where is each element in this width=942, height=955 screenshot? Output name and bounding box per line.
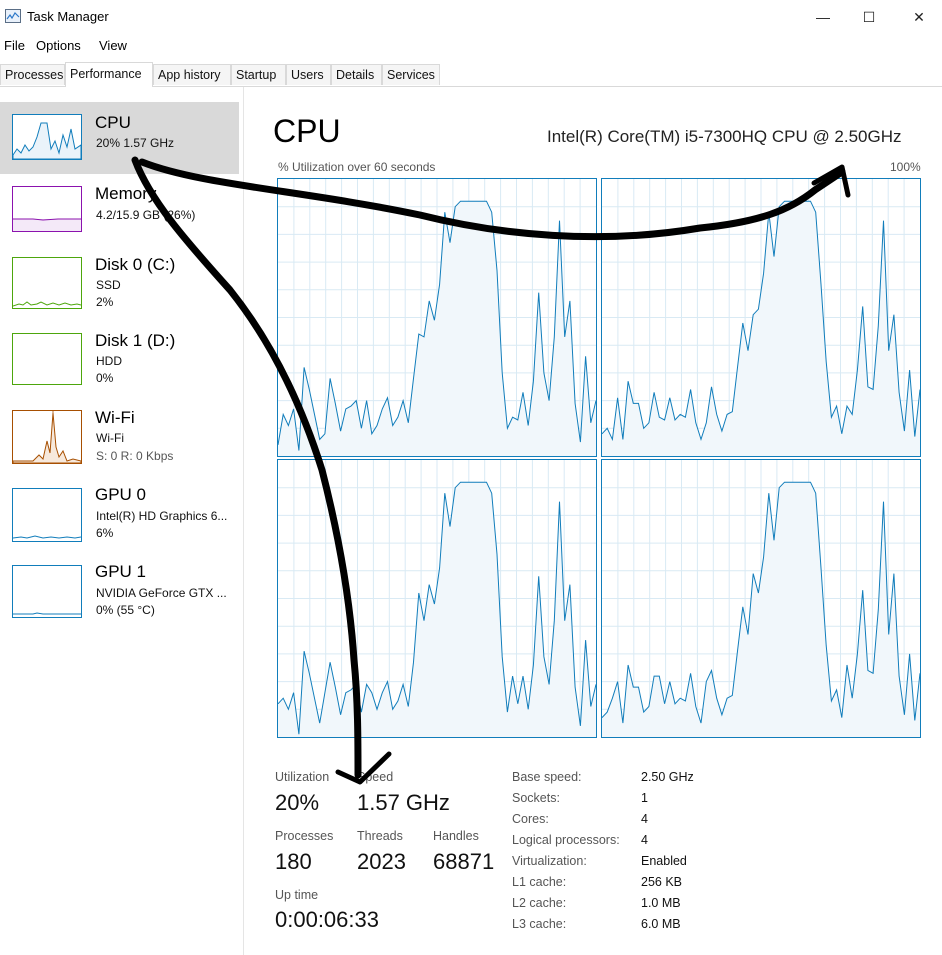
close-button[interactable]: ✕: [896, 0, 942, 34]
menu-options[interactable]: Options: [36, 38, 81, 53]
disk0-thumbnail-graph: [12, 257, 82, 309]
detail-value: 256 KB: [641, 875, 683, 889]
core-graph-1: [601, 178, 921, 457]
sidebar-item-gpu0[interactable]: GPU 0 Intel(R) HD Graphics 6... 6%: [0, 477, 239, 549]
processes-value: 180: [275, 849, 312, 874]
sidebar-disk1-usage: 0%: [96, 371, 114, 385]
memory-thumbnail-graph: [12, 186, 82, 232]
sidebar-item-disk0[interactable]: Disk 0 (C:) SSD 2%: [0, 245, 239, 317]
sidebar-item-disk1[interactable]: Disk 1 (D:) HDD 0%: [0, 321, 239, 393]
processes-label: Processes: [275, 829, 334, 843]
detail-value: 6.0 MB: [641, 917, 681, 931]
task-manager-icon: [5, 9, 21, 23]
sidebar-label-cpu: CPU: [95, 113, 131, 132]
sidebar-label-gpu0: GPU 0: [95, 485, 147, 504]
minimize-button[interactable]: —: [800, 0, 846, 34]
detail-value: Enabled: [641, 854, 687, 868]
detail-label: Base speed:: [512, 770, 582, 784]
sidebar-gpu1-model: NVIDIA GeForce GTX ...: [96, 586, 227, 600]
sidebar-label-memory: Memory: [95, 184, 157, 203]
resource-sidebar: CPU 20% 1.57 GHz Memory 4.2/15.9 GB (26%…: [0, 87, 244, 955]
sidebar-disk0-usage: 2%: [96, 295, 114, 309]
sidebar-item-memory[interactable]: Memory 4.2/15.9 GB (26%): [0, 174, 239, 246]
cpu-model-name: Intel(R) Core(TM) i5-7300HQ CPU @ 2.50GH…: [547, 127, 902, 146]
speed-label: Speed: [357, 770, 394, 784]
sidebar-disk1-type: HDD: [96, 354, 122, 368]
maximize-button[interactable]: ☐: [846, 0, 892, 34]
sidebar-item-wifi[interactable]: Wi-Fi Wi-Fi S: 0 R: 0 Kbps: [0, 398, 239, 470]
tab-processes[interactable]: Processes: [0, 64, 65, 85]
core-graph-0: [277, 178, 597, 457]
gpu0-thumbnail-graph: [12, 488, 82, 542]
sidebar-wifi-adapter: Wi-Fi: [96, 431, 124, 445]
graph-max-label: 100%: [890, 160, 921, 174]
gpu1-thumbnail-graph: [12, 565, 82, 618]
uptime-value: 0:00:06:33: [275, 907, 379, 932]
sidebar-gpu1-usage: 0% (55 °C): [96, 603, 155, 617]
menu-view[interactable]: View: [99, 38, 127, 53]
menu-file[interactable]: File: [4, 38, 25, 53]
window-title: Task Manager: [27, 9, 109, 24]
core-graph-2: [277, 459, 597, 738]
detail-value: 1: [641, 791, 648, 805]
uptime-label: Up time: [275, 888, 319, 902]
tab-details[interactable]: Details: [331, 64, 382, 85]
title-bar: Task Manager — ☐ ✕: [0, 0, 942, 34]
detail-label: Sockets:: [512, 791, 560, 805]
detail-value: 4: [641, 833, 648, 847]
sidebar-item-cpu[interactable]: CPU 20% 1.57 GHz: [0, 102, 239, 174]
handles-label: Handles: [433, 829, 479, 843]
sidebar-label-gpu1: GPU 1: [95, 562, 147, 581]
detail-value: 2.50 GHz: [641, 770, 694, 784]
threads-label: Threads: [357, 829, 403, 843]
sidebar-gpu0-usage: 6%: [96, 526, 114, 540]
tab-bar: Processes Performance App history Startu…: [0, 62, 942, 87]
sidebar-disk0-type: SSD: [96, 278, 121, 292]
page-title: CPU: [273, 113, 341, 149]
cpu-thumbnail-graph: [12, 114, 82, 160]
detail-label: L2 cache:: [512, 896, 567, 910]
sidebar-wifi-throughput: S: 0 R: 0 Kbps: [96, 449, 174, 463]
tab-app-history[interactable]: App history: [153, 64, 231, 85]
wifi-thumbnail-graph: [12, 410, 82, 464]
sidebar-label-disk1: Disk 1 (D:): [95, 331, 176, 350]
handles-value: 68871: [433, 849, 495, 874]
detail-label: Logical processors:: [512, 833, 620, 847]
sidebar-label-disk0: Disk 0 (C:): [95, 255, 176, 274]
speed-value: 1.57 GHz: [357, 790, 450, 815]
tab-performance[interactable]: Performance: [65, 62, 153, 87]
threads-value: 2023: [357, 849, 406, 874]
sidebar-memory-usage: 4.2/15.9 GB (26%): [96, 208, 196, 222]
graph-axis-label: % Utilization over 60 seconds: [278, 160, 436, 174]
detail-label: Virtualization:: [512, 854, 587, 868]
tab-services[interactable]: Services: [382, 64, 440, 85]
utilization-value: 20%: [275, 790, 320, 815]
detail-value: 4: [641, 812, 648, 826]
sidebar-gpu0-model: Intel(R) HD Graphics 6...: [96, 509, 228, 523]
detail-label: L3 cache:: [512, 917, 567, 931]
sidebar-cpu-usage: 20% 1.57 GHz: [96, 136, 175, 150]
tab-users[interactable]: Users: [286, 64, 331, 85]
tab-startup[interactable]: Startup: [231, 64, 286, 85]
utilization-label: Utilization: [275, 770, 330, 784]
sidebar-item-gpu1[interactable]: GPU 1 NVIDIA GeForce GTX ... 0% (55 °C): [0, 554, 239, 626]
detail-label: Cores:: [512, 812, 549, 826]
core-graph-3: [601, 459, 921, 738]
detail-value: 1.0 MB: [641, 896, 681, 910]
sidebar-label-wifi: Wi-Fi: [95, 408, 135, 427]
disk1-thumbnail-graph: [12, 333, 82, 385]
detail-label: L1 cache:: [512, 875, 567, 889]
